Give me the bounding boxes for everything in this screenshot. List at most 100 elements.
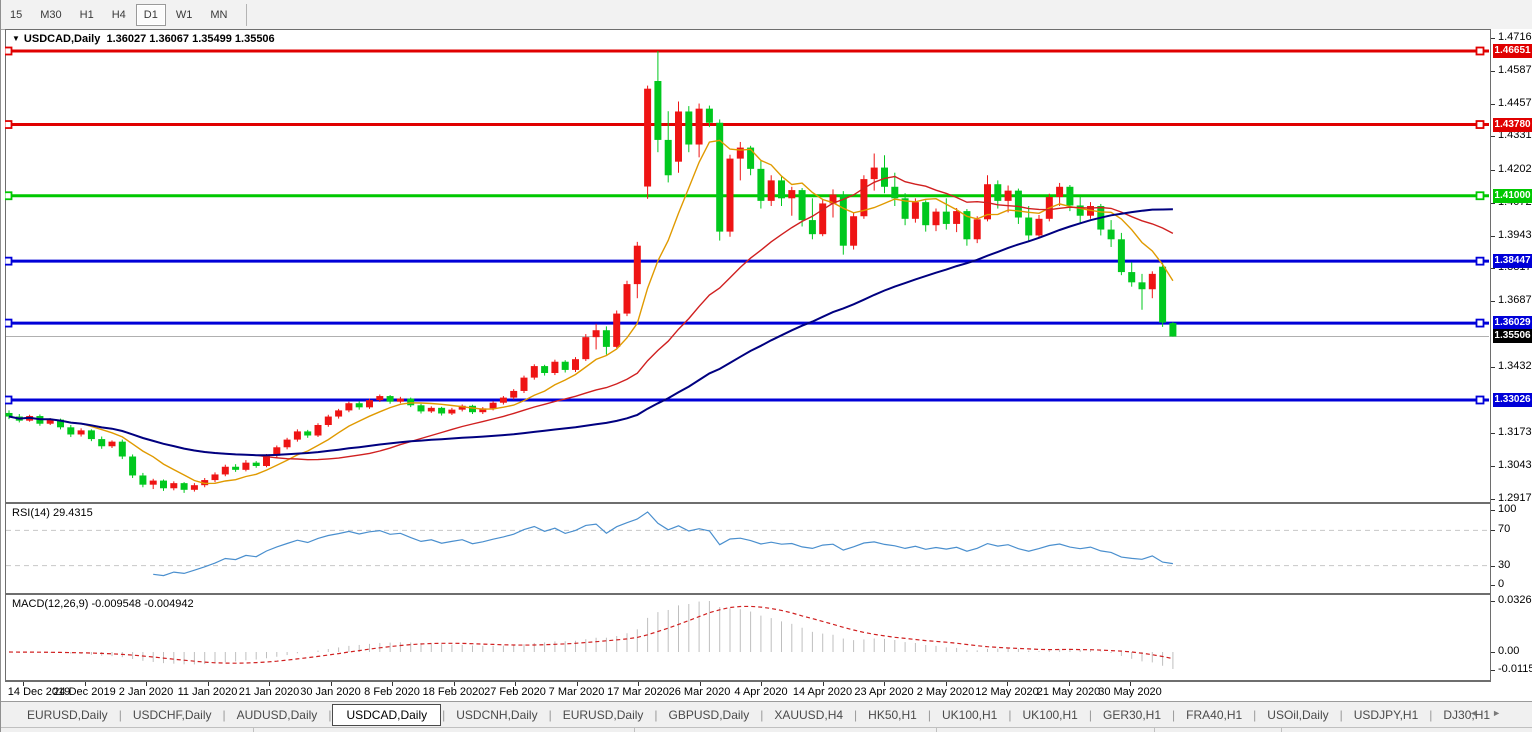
price-axis-tick: 1.30435 <box>1498 459 1532 472</box>
tab-separator: | <box>328 707 332 722</box>
chart-tab-uk100-h1[interactable]: UK100,H1 <box>1012 705 1087 725</box>
chart-tab-eurusd-daily[interactable]: EURUSD,Daily <box>553 705 654 725</box>
macd-axis-tick: 0.032658 <box>1498 594 1532 606</box>
timeframe-button-D1[interactable]: D1 <box>135 3 166 26</box>
macd-axis-tick: -0.011558 <box>1498 663 1532 675</box>
time-axis-label: 24 Dec 2019 <box>53 686 116 698</box>
price-axis[interactable]: 1.471651.458701.445751.433151.420201.407… <box>1491 29 1532 681</box>
chart-tab-eurusd-daily[interactable]: EURUSD,Daily <box>17 705 118 725</box>
price-axis-tick: 1.44575 <box>1498 97 1532 110</box>
timeframe-button-H4[interactable]: H4 <box>104 4 134 26</box>
price-axis-tick: 1.36875 <box>1498 294 1532 307</box>
time-axis-label: 27 Feb 2020 <box>484 686 546 698</box>
price-axis-tick: 1.29175 <box>1498 491 1532 504</box>
price-chart-panel[interactable]: ▼ USDCAD,Daily 1.36027 1.36067 1.35499 1.… <box>5 29 1491 503</box>
time-axis-label: 12 May 2020 <box>975 686 1039 698</box>
price-axis-tick: 1.31730 <box>1498 426 1532 439</box>
time-axis-label: 2 May 2020 <box>916 686 975 698</box>
rsi-axis-tick: 0 <box>1498 578 1505 590</box>
tab-separator: | <box>854 707 858 722</box>
time-axis-label: 26 Mar 2020 <box>668 686 731 698</box>
chart-tab-hk50-h1[interactable]: HK50,H1 <box>858 705 927 725</box>
chart-tab-ger30-h1[interactable]: GER30,H1 <box>1093 705 1171 725</box>
time-axis-label: 18 Feb 2020 <box>422 686 485 698</box>
tab-separator: | <box>118 707 122 722</box>
rsi-axis-tick: 100 <box>1498 503 1517 515</box>
chart-tab-xauusd-h4[interactable]: XAUUSD,H4 <box>764 705 853 725</box>
status-bar-edge <box>1 727 1532 732</box>
time-axis-label: 30 Jan 2020 <box>300 686 361 698</box>
price-level-badge: 1.33026 <box>1493 393 1532 407</box>
chart-tab-gbpusd-daily[interactable]: GBPUSD,Daily <box>659 705 760 725</box>
macd-indicator-panel[interactable]: MACD(12,26,9) -0.009548 -0.004942 <box>5 594 1491 681</box>
rsi-canvas[interactable] <box>5 503 1491 594</box>
rsi-axis-tick: 30 <box>1498 558 1511 571</box>
chart-tab-usdchf-daily[interactable]: USDCHF,Daily <box>123 705 222 725</box>
rsi-label: RSI(14) 29.4315 <box>12 507 93 519</box>
tab-separator: | <box>1008 707 1012 722</box>
chart-tab-usoil-daily[interactable]: USOil,Daily <box>1257 705 1338 725</box>
tab-scroll-arrows[interactable]: ◄► <box>1469 708 1515 718</box>
chart-tab-uk100-h1[interactable]: UK100,H1 <box>932 705 1007 725</box>
tab-separator: | <box>1339 707 1343 722</box>
chart-dropdown-icon[interactable]: ▼ <box>12 34 20 43</box>
chart-symbol-label: USDCAD,Daily <box>23 33 101 45</box>
timeframe-button-15[interactable]: 15 <box>2 4 30 26</box>
price-axis-tick: 1.45870 <box>1498 64 1532 76</box>
chart-tab-usdcad-daily[interactable]: USDCAD,Daily <box>332 703 442 726</box>
price-axis-tick: 1.42020 <box>1498 162 1532 175</box>
chart-tab-bar: EURUSD,Daily | USDCHF,Daily | AUDUSD,Daily | U… <box>1 701 1532 727</box>
price-axis-tick: 1.34320 <box>1498 359 1532 372</box>
timeframe-toolbar: 15 M30 H1 H4 D1 W1 MN <box>1 0 1532 30</box>
price-chart-canvas[interactable] <box>5 29 1491 503</box>
rsi-indicator-panel[interactable]: RSI(14) 29.4315 <box>5 503 1491 594</box>
chart-tab-audusd-daily[interactable]: AUDUSD,Daily <box>227 705 328 725</box>
time-axis-label: 30 May 2020 <box>1098 686 1162 698</box>
tab-separator: | <box>1253 707 1257 722</box>
chart-ohlc-values: 1.36027 1.36067 1.35499 1.35506 <box>106 33 275 45</box>
price-level-badge: 1.43780 <box>1493 117 1532 132</box>
timeframe-button-W1[interactable]: W1 <box>168 4 201 26</box>
time-axis-label: 14 Apr 2020 <box>792 686 853 698</box>
price-level-badge: 1.36029 <box>1493 316 1532 331</box>
macd-canvas[interactable] <box>5 594 1491 681</box>
time-axis-label: 23 Apr 2020 <box>854 686 914 698</box>
macd-axis-tick: 0.00 <box>1498 645 1520 657</box>
time-axis[interactable]: 14 Dec 2019 24 Dec 2019 2 Jan 2020 11 Jan 2… <box>5 681 1491 702</box>
time-axis-label: 7 Mar 2020 <box>548 686 605 698</box>
tab-separator: | <box>927 707 931 722</box>
time-axis-label: 21 Jan 2020 <box>238 686 300 698</box>
time-axis-label: 2 Jan 2020 <box>118 686 174 698</box>
tab-separator: | <box>1088 707 1092 722</box>
time-axis-label: 8 Feb 2020 <box>364 686 420 698</box>
current-price-badge: 1.35506 <box>1493 329 1532 344</box>
chart-tab-fra40-h1[interactable]: FRA40,H1 <box>1176 705 1252 725</box>
price-level-badge: 1.38447 <box>1493 254 1532 269</box>
timeframe-button-H1[interactable]: H1 <box>72 4 102 26</box>
tab-separator: | <box>222 707 226 722</box>
trading-terminal-window: 15 M30 H1 H4 D1 W1 MN ▼ USDCAD,Daily 1.36027 1.… <box>0 0 1532 732</box>
tab-separator: | <box>1429 707 1433 722</box>
price-axis-tick: 1.47165 <box>1498 30 1532 43</box>
time-axis-label: 17 Mar 2020 <box>607 686 669 698</box>
moving-average-line <box>8 208 1173 457</box>
price-level-badge: 1.46651 <box>1493 44 1532 58</box>
time-axis-label: 4 Apr 2020 <box>734 686 788 698</box>
rsi-axis-tick: 70 <box>1498 523 1511 536</box>
chart-title: ▼ USDCAD,Daily 1.36027 1.36067 1.35499 1.… <box>12 33 275 45</box>
moving-average-line <box>8 175 1174 461</box>
timeframe-button-MN[interactable]: MN <box>202 4 235 26</box>
tab-separator: | <box>548 707 552 722</box>
macd-label: MACD(12,26,9) -0.009548 -0.004942 <box>12 598 194 610</box>
tab-separator: | <box>442 707 446 722</box>
macd-signal-line <box>8 605 1174 664</box>
timeframe-button-M30[interactable]: M30 <box>32 4 69 26</box>
time-axis-label: 11 Jan 2020 <box>177 686 238 698</box>
tab-separator: | <box>1172 707 1176 722</box>
chart-tab-usdjpy-h1[interactable]: USDJPY,H1 <box>1344 705 1428 725</box>
price-level-badge: 1.41000 <box>1493 188 1532 203</box>
tab-separator: | <box>654 707 658 722</box>
time-axis-label: 21 May 2020 <box>1036 686 1101 698</box>
price-axis-tick: 1.39430 <box>1498 228 1532 241</box>
chart-tab-usdcnh-daily[interactable]: USDCNH,Daily <box>446 705 547 725</box>
